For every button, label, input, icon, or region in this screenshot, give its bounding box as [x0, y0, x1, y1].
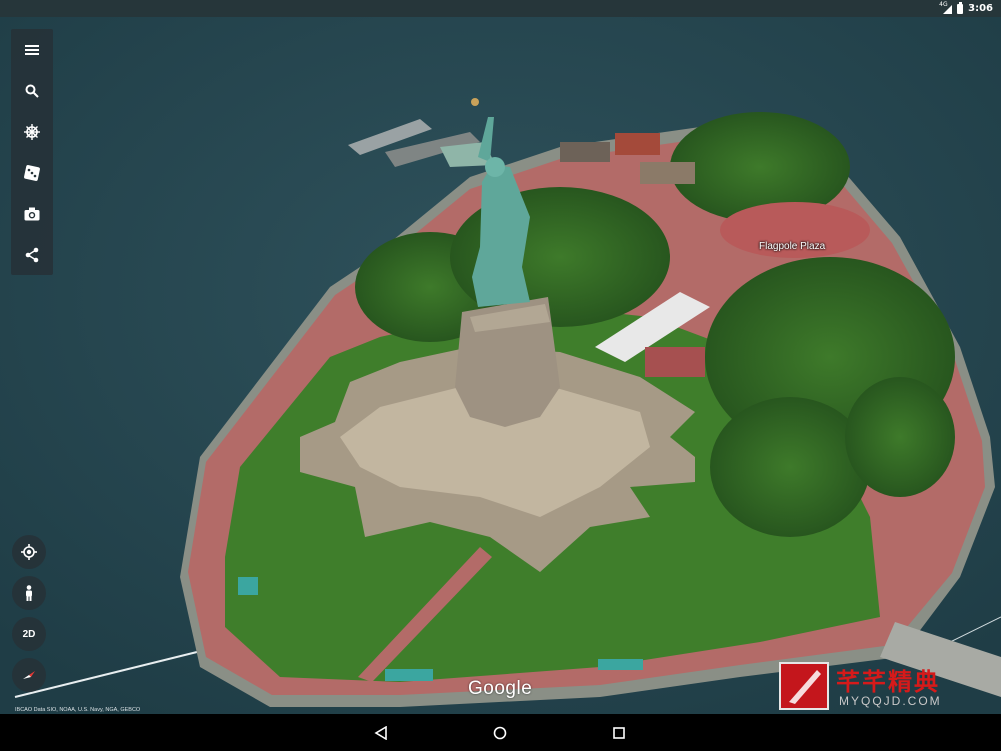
status-icons: 4G 3:06 [939, 0, 993, 15]
map-view[interactable]: Flagpole Plaza [0, 17, 1001, 714]
signal-icon: 4G [939, 0, 953, 14]
feeling-lucky-button[interactable] [11, 152, 53, 193]
menu-button[interactable] [11, 29, 53, 70]
left-toolbar [11, 29, 53, 275]
compass-icon [23, 671, 35, 679]
status-bar: 4G 3:06 [0, 0, 1001, 17]
status-clock: 3:06 [968, 3, 993, 14]
view-mode-toggle[interactable]: 2D [12, 617, 46, 651]
search-button[interactable] [11, 70, 53, 111]
network-badge: 4G [939, 0, 948, 8]
back-triangle-icon [374, 726, 387, 740]
voyager-wheel-icon [24, 123, 40, 140]
recents-button[interactable] [610, 724, 628, 742]
watermark-title: 芊芊精典 [836, 668, 940, 696]
brush-logo-icon [789, 670, 821, 704]
camera-icon [24, 207, 40, 220]
pegman-icon [26, 585, 32, 601]
street-view-button[interactable] [12, 576, 46, 610]
map-attribution: IBCAO Data SIO, NOAA, U.S. Navy, NGA, GE… [15, 707, 141, 713]
screenshot-button[interactable] [11, 193, 53, 234]
system-nav-bar [0, 714, 1001, 751]
battery-icon [957, 1, 964, 14]
place-label-flagpole-plaza[interactable]: Flagpole Plaza [759, 241, 825, 252]
home-button[interactable] [491, 724, 509, 742]
watermark-url: MYQQJD.COM [839, 694, 942, 708]
recents-square-icon [613, 727, 625, 739]
earth-3d-imagery [0, 17, 1001, 714]
home-circle-icon [493, 726, 507, 740]
share-icon [25, 247, 39, 262]
crosshair-location-icon [21, 544, 37, 560]
menu-icon [25, 44, 39, 55]
share-button[interactable] [11, 234, 53, 275]
voyager-button[interactable] [11, 111, 53, 152]
compass-button[interactable] [12, 658, 46, 692]
feeling-lucky-dice-icon [24, 164, 40, 181]
back-button[interactable] [372, 724, 390, 742]
search-icon [25, 84, 39, 98]
watermark-logo [779, 662, 829, 710]
site-watermark: 芊芊精典 MYQQJD.COM [779, 662, 959, 710]
my-location-button[interactable] [12, 535, 46, 569]
google-logo: Google [468, 678, 533, 699]
